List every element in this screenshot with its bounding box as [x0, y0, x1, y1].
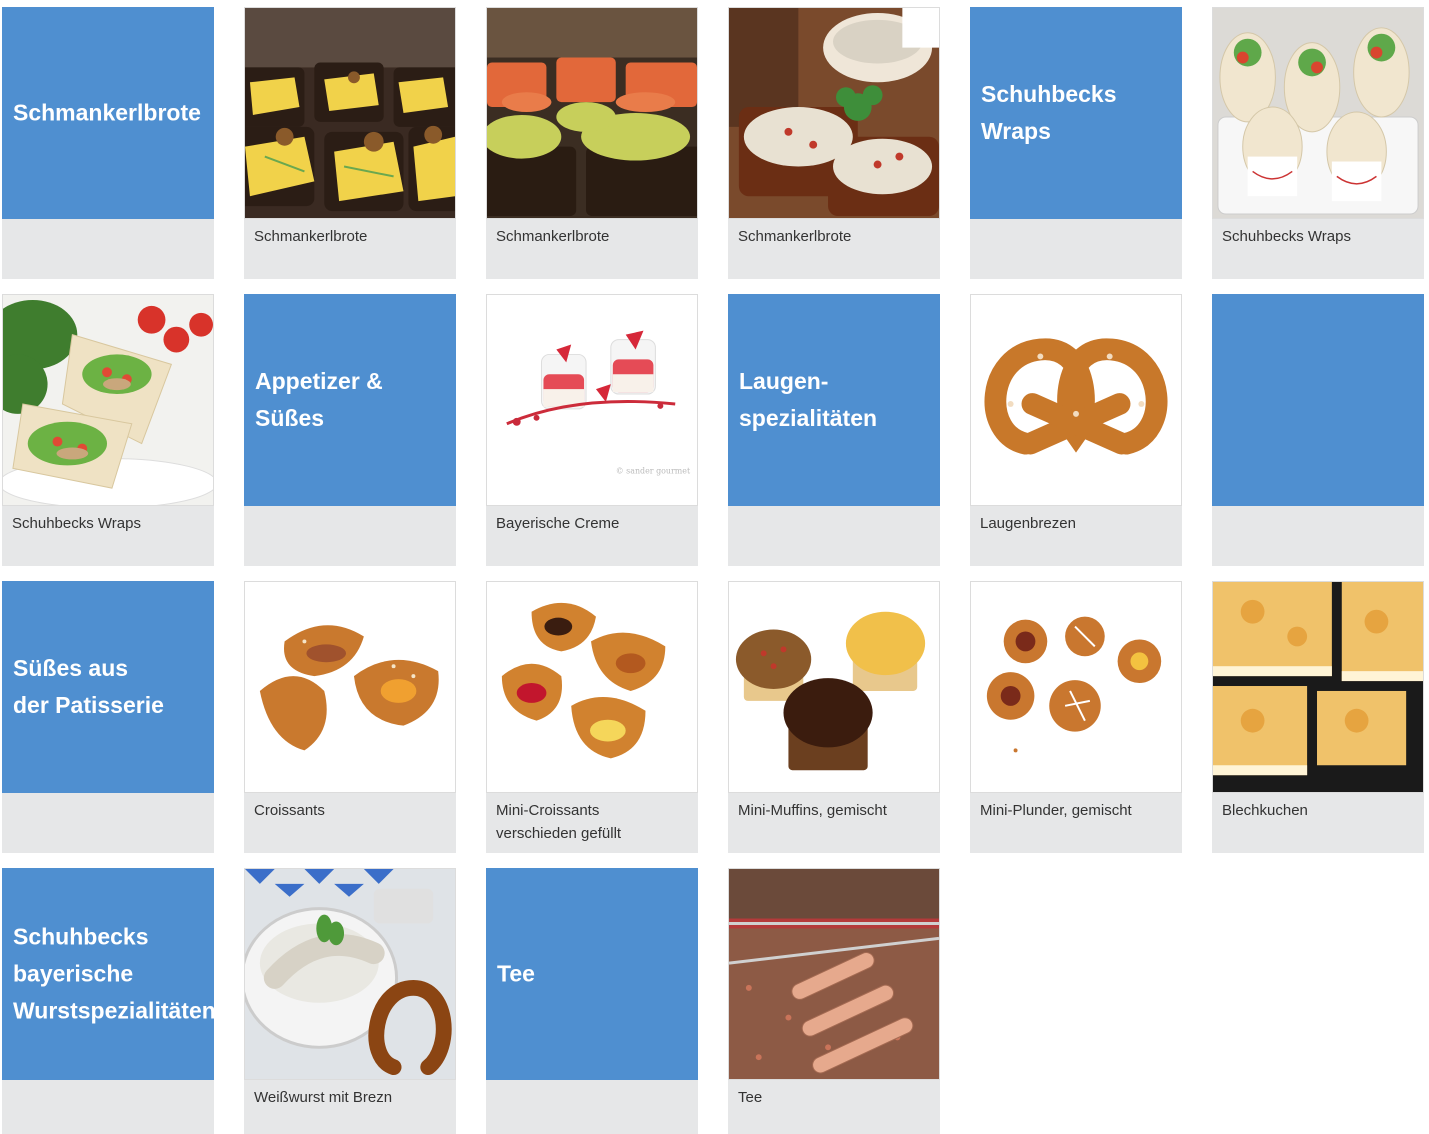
cheese-bread-icon[interactable]	[244, 7, 456, 219]
category-tile[interactable]: Süßes aus der Patisserie	[2, 581, 214, 853]
product-tile[interactable]: Tee	[728, 868, 940, 1134]
product-tile[interactable]: Mini-Muffins, gemischt	[728, 581, 940, 853]
category-header: Appetizer & Süßes	[244, 294, 456, 506]
product-caption: Schuhbecks Wraps	[12, 515, 141, 532]
category-tile[interactable]: Laugen- spezialitäten	[728, 294, 940, 566]
category-header: Schuhbecks bayerische Wurstspezialitäten	[2, 868, 216, 1080]
product-caption: Weißwurst mit Brezn	[254, 1089, 393, 1106]
product-tile[interactable]: Croissants	[244, 581, 456, 853]
muffin-icon[interactable]	[728, 581, 940, 793]
category-title: Appetizer & Süßes	[255, 368, 383, 431]
category-title: Laugen- spezialitäten	[739, 368, 878, 431]
product-caption: Schmankerlbrote	[254, 228, 368, 245]
product-tile[interactable]: Blechkuchen	[1212, 581, 1424, 853]
tea-scoop-icon[interactable]	[728, 868, 940, 1080]
cream-glass-icon[interactable]: © sander gourmet	[486, 294, 698, 506]
mini-croissant-icon[interactable]	[486, 581, 698, 793]
category-tile[interactable]	[1212, 294, 1424, 566]
category-tile[interactable]: Schuhbecks Wraps	[970, 7, 1182, 279]
product-caption: Bayerische Creme	[496, 515, 620, 532]
product-caption: Tee	[738, 1089, 763, 1106]
weisswurst-icon[interactable]	[244, 868, 456, 1080]
product-caption: Schmankerlbrote	[496, 228, 610, 245]
salmon-bread-icon[interactable]	[486, 7, 698, 219]
product-tile[interactable]: Schmankerlbrote	[728, 7, 940, 279]
product-tile[interactable]: Schmankerlbrote	[486, 7, 698, 279]
svg-text:© sander gourmet: © sander gourmet	[616, 466, 691, 475]
product-caption: Laugenbrezen	[980, 515, 1076, 532]
category-header	[1212, 294, 1424, 506]
category-tile[interactable]: Schuhbecks bayerische Wurstspezialitäten	[2, 868, 216, 1134]
category-title: Tee	[497, 960, 535, 987]
category-header: Tee	[486, 868, 698, 1080]
product-caption: Mini-Muffins, gemischt	[738, 802, 887, 819]
product-tile[interactable]: Schmankerlbrote	[244, 7, 456, 279]
product-tile[interactable]: Weißwurst mit Brezn	[244, 868, 456, 1134]
product-caption: Croissants	[254, 802, 325, 819]
category-title: Schmankerlbrote	[13, 99, 201, 126]
spread-bread-icon[interactable]	[728, 7, 940, 219]
product-tile[interactable]: © sander gourmet Bayerische Creme	[486, 294, 698, 566]
pretzel-icon[interactable]	[970, 294, 1182, 506]
category-tile[interactable]: Schmankerlbrote	[2, 7, 214, 279]
product-tile[interactable]: Mini-Croissants verschieden gefüllt	[486, 581, 698, 853]
category-title: Schuhbecks bayerische Wurstspezialitäten	[13, 923, 216, 1024]
wraps-dish-icon[interactable]	[1212, 7, 1424, 219]
product-caption: Mini-Croissants verschieden gefüllt	[496, 802, 622, 842]
danish-pastry-icon[interactable]	[970, 581, 1182, 793]
croissant-icon[interactable]	[244, 581, 456, 793]
product-caption: Schuhbecks Wraps	[1222, 228, 1351, 245]
product-tile[interactable]: Laugenbrezen	[970, 294, 1182, 566]
category-title: Schuhbecks Wraps	[981, 81, 1117, 144]
sheet-cake-icon[interactable]	[1212, 581, 1424, 793]
product-tile[interactable]: Schuhbecks Wraps	[1212, 7, 1424, 279]
wraps-plate-icon[interactable]	[2, 294, 214, 506]
product-caption: Mini-Plunder, gemischt	[980, 802, 1132, 819]
category-tile[interactable]: Appetizer & Süßes	[244, 294, 456, 566]
category-header: Schmankerlbrote	[2, 7, 214, 219]
product-caption: Schmankerlbrote	[738, 228, 852, 245]
category-header: Laugen- spezialitäten	[728, 294, 940, 506]
category-tile[interactable]: Tee	[486, 868, 698, 1134]
category-header: Schuhbecks Wraps	[970, 7, 1182, 219]
product-tile-grid: Schmankerlbrote Schmankerlbrote Schmanke…	[0, 0, 1429, 1134]
product-caption: Blechkuchen	[1222, 802, 1308, 819]
category-title: Süßes aus der Patisserie	[13, 655, 164, 718]
category-header: Süßes aus der Patisserie	[2, 581, 214, 793]
product-tile[interactable]: Schuhbecks Wraps	[2, 294, 214, 566]
product-tile[interactable]: Mini-Plunder, gemischt	[970, 581, 1182, 853]
